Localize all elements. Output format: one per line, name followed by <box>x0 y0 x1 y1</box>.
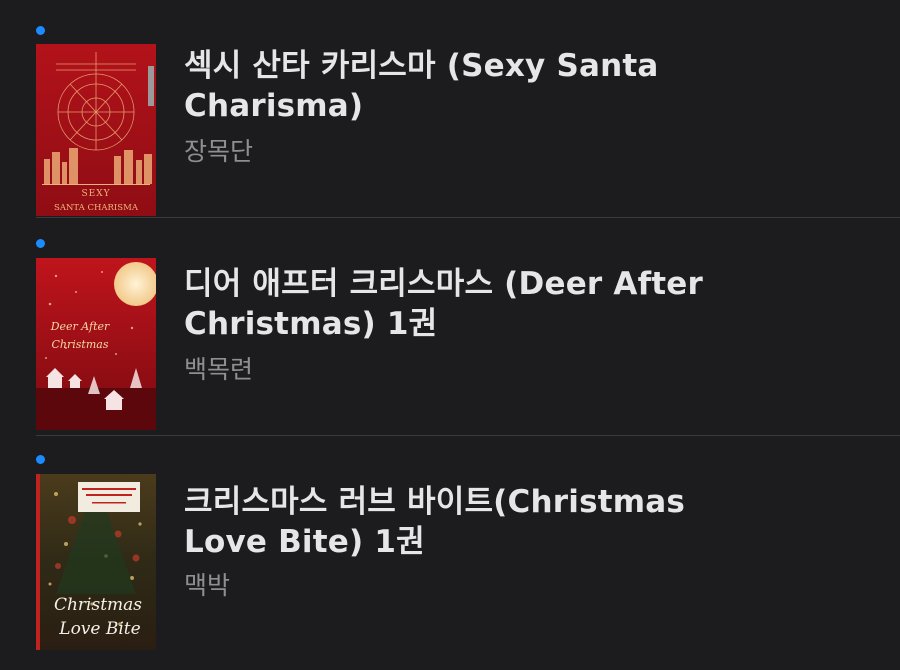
book-list: SEXY SANTA CHARISMA 섹시 산타 카리스마 (Sexy San… <box>0 0 900 670</box>
cover-title-line1: Deer After <box>50 320 110 333</box>
book-row-christmas-love-bite[interactable]: Christmas Love Bite 크리스마스 러브 바이트(Christm… <box>0 436 900 654</box>
book-cover-sexy-santa-charisma[interactable]: SEXY SANTA CHARISMA <box>36 44 156 216</box>
cover-title-line2: Love Bite <box>58 619 140 639</box>
book-cover-deer-after-christmas[interactable]: Deer After Christmas <box>36 258 156 430</box>
book-title[interactable]: 크리스마스 러브 바이트(Christmas Love Bite) 1권 <box>184 482 704 562</box>
book-row-sexy-santa-charisma[interactable]: SEXY SANTA CHARISMA 섹시 산타 카리스마 (Sexy San… <box>0 0 900 218</box>
book-author: 맥박 <box>184 571 231 600</box>
cover-title-line2: SANTA CHARISMA <box>54 203 139 213</box>
unread-dot <box>36 26 45 35</box>
book-author: 백목련 <box>184 355 254 384</box>
cover-title-line1: SEXY <box>81 189 110 199</box>
book-row-deer-after-christmas[interactable]: Deer After Christmas 디어 애프터 크리스마스 (Deer … <box>0 218 900 436</box>
book-cover-christmas-love-bite[interactable]: Christmas Love Bite <box>36 474 156 650</box>
book-title[interactable]: 섹시 산타 카리스마 (Sexy Santa Charisma) <box>184 46 704 126</box>
unread-dot <box>36 455 45 464</box>
book-title[interactable]: 디어 애프터 크리스마스 (Deer After Christmas) 1권 <box>184 264 704 344</box>
unread-dot <box>36 239 45 248</box>
book-author: 장목단 <box>184 137 254 166</box>
cover-title-line1: Christmas <box>54 595 142 615</box>
cover-title-line2: Christmas <box>52 338 109 351</box>
